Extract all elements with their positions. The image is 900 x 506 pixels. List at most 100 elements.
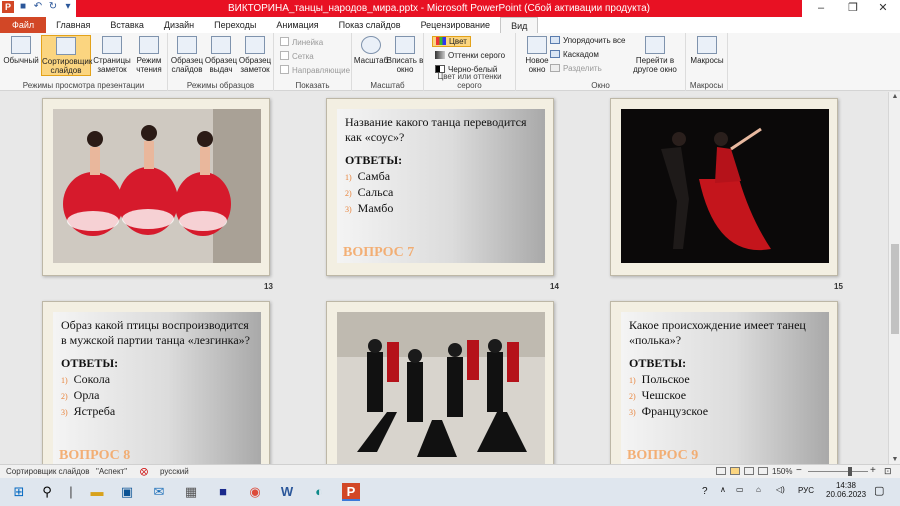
close-button[interactable]: ✕ — [868, 0, 898, 17]
zoom-button[interactable]: Масштаб — [352, 35, 390, 65]
group-zoom: Масштаб Вписать в окно Масштаб — [352, 33, 424, 91]
photos-icon[interactable]: ▦ — [182, 483, 200, 501]
tab-transitions[interactable]: Переходы — [204, 17, 266, 33]
clock-date: 20.06.2023 — [826, 490, 867, 499]
tab-slideshow[interactable]: Показ слайдов — [329, 17, 411, 33]
question-slide: Образ какой птицы воспроизводится в мужс… — [53, 312, 261, 464]
slide-thumbnail[interactable] — [610, 98, 838, 276]
word-icon[interactable]: W — [278, 483, 296, 501]
cascade-button[interactable]: Каскадом — [550, 50, 599, 59]
new-window-icon — [527, 36, 547, 54]
windows-taskbar: ⊞ ⚲ | ▬ ▣ ✉ ▦ ■ ◉ W ◐ P ? ∧ ▭ ⌂ ◁) РУС 1… — [0, 478, 900, 506]
save-icon[interactable]: ■ — [17, 1, 29, 13]
slide-thumbnail[interactable] — [326, 301, 554, 464]
zoom-out-icon[interactable]: − — [796, 465, 802, 476]
reading-view-button[interactable]: Режим чтения — [130, 35, 168, 74]
notifications-icon[interactable]: ▢ — [874, 484, 884, 497]
slide-thumbnail[interactable] — [42, 98, 270, 276]
redo-icon[interactable]: ↻ — [47, 1, 59, 13]
slide-sorter-button[interactable]: Сортировщик слайдов — [41, 35, 92, 76]
slide-thumbnail[interactable]: Какое происхождение имеет танец «полька»… — [610, 301, 838, 464]
chrome-icon[interactable]: ◉ — [246, 483, 264, 501]
lezginka-dancers-image — [337, 312, 545, 464]
tray-overflow-icon[interactable]: ∧ — [720, 485, 726, 494]
minimize-button[interactable]: – — [806, 0, 836, 17]
spellcheck-icon[interactable]: ⨂ — [140, 467, 148, 476]
normal-view-button[interactable]: Обычный — [2, 35, 40, 65]
status-bar: Сортировщик слайдов "Аспект" ⨂ русский 1… — [0, 464, 900, 478]
battery-icon[interactable]: ▭ — [736, 485, 744, 494]
scroll-up-icon[interactable]: ▲ — [889, 93, 900, 100]
question-label: ВОПРОС 7 — [343, 245, 415, 260]
undo-icon[interactable]: ↶ — [32, 1, 44, 13]
ribbon-tabs: Файл Главная Вставка Дизайн Переходы Ани… — [0, 17, 900, 33]
powerpoint-logo-icon[interactable]: P — [2, 1, 14, 13]
question-label: ВОПРОС 9 — [627, 448, 699, 463]
scroll-down-icon[interactable]: ▼ — [889, 456, 900, 463]
customize-qat-icon[interactable]: ▾ — [62, 1, 74, 13]
tab-view[interactable]: Вид — [500, 17, 539, 33]
switch-windows-button[interactable]: Перейти в другое окно — [630, 35, 680, 74]
grayscale-button[interactable]: Оттенки серого — [435, 51, 505, 60]
windows-start-icon[interactable]: ⊞ — [10, 483, 28, 501]
restore-button[interactable]: ❐ — [838, 0, 868, 17]
question-label: ВОПРОС 8 — [59, 448, 131, 463]
notes-master-button[interactable]: Образец заметок — [236, 35, 274, 74]
handout-master-button[interactable]: Образец выдач — [202, 35, 240, 74]
store-icon[interactable]: ▣ — [118, 483, 136, 501]
fit-slide-icon[interactable]: ⊡ — [884, 466, 892, 477]
macros-button[interactable]: Макросы — [688, 35, 726, 65]
status-view-name: Сортировщик слайдов — [6, 467, 90, 476]
zoom-level[interactable]: 150% — [772, 467, 792, 476]
input-language[interactable]: РУС — [798, 486, 814, 495]
color-button[interactable]: Цвет — [432, 36, 471, 47]
question-slide: Название какого танца переводится как «с… — [337, 109, 545, 263]
slide-sorter-pane[interactable]: 13 Название какого танца переводится как… — [0, 92, 888, 464]
reading-view-status-icon[interactable] — [744, 467, 754, 475]
tab-home[interactable]: Главная — [46, 17, 100, 33]
tab-design[interactable]: Дизайн — [154, 17, 204, 33]
slide-thumbnail[interactable]: Название какого танца переводится как «с… — [326, 98, 554, 276]
split-button[interactable]: Разделить — [550, 64, 602, 73]
tab-animations[interactable]: Анимация — [266, 17, 328, 33]
edge-icon[interactable]: ◐ — [310, 483, 328, 501]
quick-access-toolbar: P ■ ↶ ↻ ▾ — [2, 1, 74, 13]
answers-list: 1) Сокола 2) Орла 3) Ястреба — [61, 372, 253, 420]
fit-to-window-button[interactable]: Вписать в окно — [386, 35, 424, 74]
volume-icon[interactable]: ◁) — [776, 485, 785, 494]
mail-icon[interactable]: ✉ — [150, 483, 168, 501]
tab-insert[interactable]: Вставка — [100, 17, 153, 33]
save-disk-icon[interactable]: ■ — [214, 483, 232, 501]
gridlines-checkbox[interactable]: Сетка — [280, 51, 314, 61]
slideshow-status-icon[interactable] — [758, 467, 768, 475]
zoom-slider[interactable] — [808, 471, 868, 472]
guides-checkbox[interactable]: Направляющие — [280, 65, 350, 75]
normal-view-status-icon[interactable] — [716, 467, 726, 475]
vertical-scrollbar[interactable]: ▲ ▼ — [888, 92, 900, 464]
notes-page-button[interactable]: Страницы заметок — [93, 35, 131, 74]
slide-sorter-status-icon[interactable] — [730, 467, 740, 475]
slide-master-button[interactable]: Образец слайдов — [168, 35, 206, 74]
arrange-all-button[interactable]: Упорядочить все — [550, 36, 625, 45]
network-icon[interactable]: ⌂ — [756, 485, 761, 494]
ruler-checkbox[interactable]: Линейка — [280, 37, 323, 47]
status-language[interactable]: русский — [160, 467, 189, 476]
split-icon — [550, 64, 560, 72]
search-icon[interactable]: ⚲ — [38, 483, 56, 501]
zoom-slider-thumb[interactable] — [848, 467, 852, 476]
help-icon[interactable]: ? — [702, 486, 708, 497]
tab-review[interactable]: Рецензирование — [411, 17, 501, 33]
clock[interactable]: 14:38 20.06.2023 — [826, 481, 866, 499]
powerpoint-taskbar-icon[interactable]: P — [342, 483, 360, 501]
ribbon: Обычный Сортировщик слайдов Страницы зам… — [0, 33, 900, 91]
slide-thumbnail[interactable]: Образ какой птицы воспроизводится в мужс… — [42, 301, 270, 464]
status-theme-name[interactable]: "Аспект" — [96, 467, 127, 476]
scrollbar-thumb[interactable] — [891, 244, 899, 334]
grayscale-icon — [435, 51, 445, 59]
slide-photo — [53, 109, 261, 263]
flamenco-dancers-image — [621, 109, 829, 263]
zoom-in-icon[interactable]: + — [870, 465, 876, 476]
tab-file[interactable]: Файл — [0, 17, 47, 33]
file-explorer-icon[interactable]: ▬ — [88, 483, 106, 501]
task-view-icon[interactable]: | — [62, 483, 80, 501]
